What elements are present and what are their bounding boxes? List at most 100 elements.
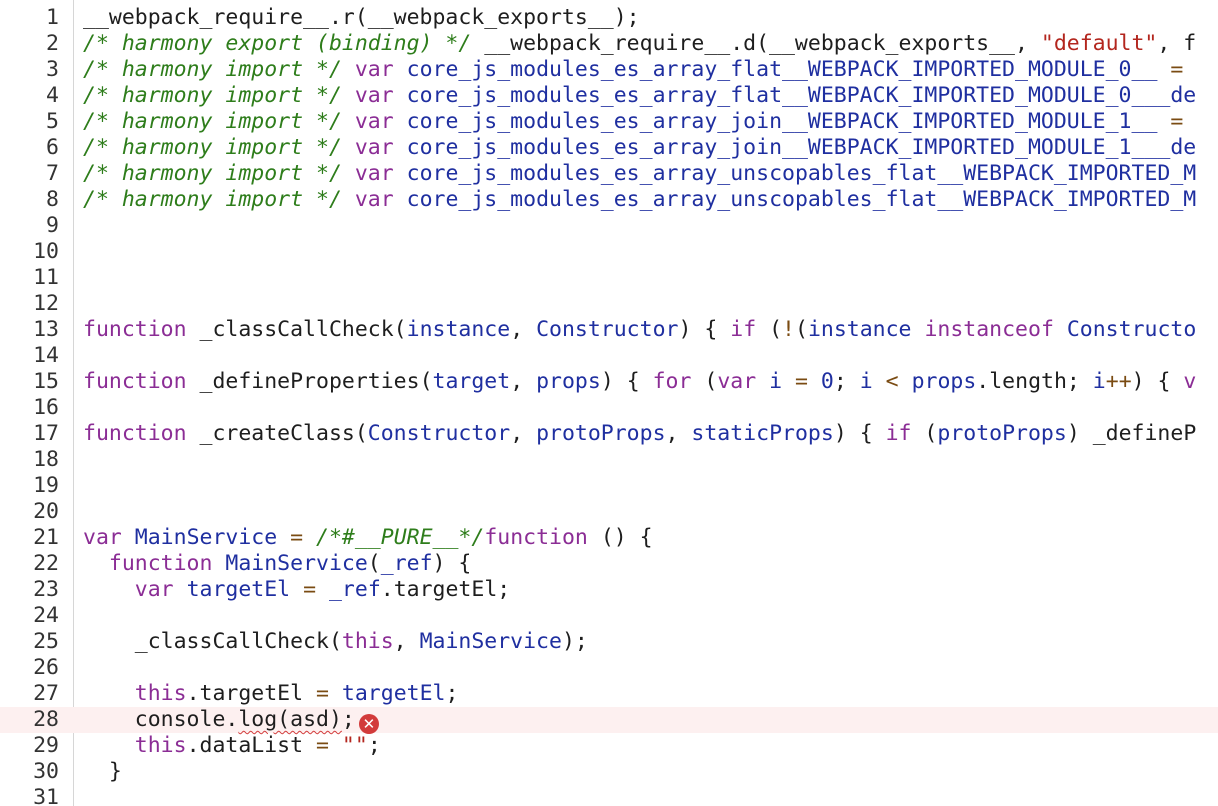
code-editor[interactable]: 1 __webpack_require__.r(__webpack_exports…	[0, 0, 1218, 806]
code-line[interactable]: 3 /* harmony import */ var core_js_module…	[0, 57, 1218, 83]
code-token: var	[354, 135, 394, 160]
code-line[interactable]: 4 /* harmony import */ var core_js_module…	[0, 83, 1218, 109]
code-token: protoProps	[536, 421, 666, 446]
code-line[interactable]: 7 /* harmony import */ var core_js_module…	[0, 161, 1218, 187]
code-line[interactable]: 12	[0, 291, 1218, 317]
code-token: .targetEl	[186, 681, 317, 706]
code-line[interactable]: 19	[0, 473, 1218, 499]
code-token: _createClass	[186, 421, 355, 446]
code-line[interactable]: 21 var MainService = /*#__PURE__*/functio…	[0, 525, 1218, 551]
code-token: MainService	[134, 525, 278, 550]
line-number: 15	[33, 369, 59, 394]
code-token: this	[134, 681, 187, 706]
line-number: 28	[33, 707, 59, 732]
code-token: .dataList	[186, 733, 317, 758]
line-number: 5	[46, 109, 59, 134]
line-code: function MainService(_ref) {	[83, 551, 471, 577]
code-line[interactable]: 22 function MainService(_ref) {	[0, 551, 1218, 577]
code-token: .length;	[976, 369, 1093, 394]
line-code: /* harmony import */ var core_js_modules…	[83, 161, 1196, 187]
code-line[interactable]: 26	[0, 655, 1218, 681]
line-code: this.dataList = "";	[83, 733, 381, 759]
code-token: props	[536, 369, 601, 394]
code-token: v	[1183, 369, 1197, 394]
line-number: 11	[33, 265, 59, 290]
code-token: core_js_modules_es_array_flat__WEBPACK_I…	[393, 83, 1197, 108]
code-line[interactable]: 5 /* harmony import */ var core_js_module…	[0, 109, 1218, 135]
code-line[interactable]: 27 this.targetEl = targetEl;	[0, 681, 1218, 707]
line-code: console.log(asd); ✕	[83, 707, 379, 734]
code-token: for	[652, 369, 692, 394]
code-token: function	[484, 525, 588, 550]
line-number: 4	[46, 83, 59, 108]
line-number: 21	[33, 525, 59, 550]
code-line[interactable]: 24	[0, 603, 1218, 629]
code-token: Constructor	[367, 421, 511, 446]
code-token: Constructor	[536, 317, 679, 342]
code-token: ""	[341, 733, 368, 758]
code-token: <	[872, 369, 912, 394]
code-line[interactable]: 16	[0, 395, 1218, 421]
code-token: core_js_modules_es_array_unscopables_fla…	[393, 161, 1197, 186]
code-line[interactable]: 17 function _createClass(Constructor, pro…	[0, 421, 1218, 447]
code-token: , f	[1157, 31, 1197, 56]
code-token: (	[794, 317, 808, 342]
code-token: (	[419, 369, 433, 394]
code-line[interactable]: 8 /* harmony import */ var core_js_module…	[0, 187, 1218, 213]
code-token: ,	[665, 421, 692, 446]
code-token: var	[354, 83, 394, 108]
code-line[interactable]: 11	[0, 265, 1218, 291]
code-line[interactable]: 31	[0, 785, 1218, 806]
code-line[interactable]: 23 var targetEl = _ref.targetEl;	[0, 577, 1218, 603]
code-line[interactable]: 30 }	[0, 759, 1218, 785]
code-token: protoProps	[937, 421, 1067, 446]
code-token: ;	[367, 733, 381, 758]
code-token: targetEl	[341, 681, 446, 706]
code-line[interactable]: 14	[0, 343, 1218, 369]
code-line[interactable]: 13 function _classCallCheck(instance, Con…	[0, 317, 1218, 343]
error-icon[interactable]: ✕	[358, 714, 379, 734]
code-line-error[interactable]: 28 console.log(asd); ✕	[0, 707, 1218, 734]
line-number: 12	[33, 291, 59, 316]
line-code: /* harmony import */ var core_js_modules…	[83, 187, 1196, 213]
code-token: ;	[833, 369, 860, 394]
code-token: =	[1170, 109, 1184, 134]
line-code: var targetEl = _ref.targetEl;	[83, 577, 510, 603]
code-line[interactable]: 2 /* harmony export (binding) */ __webpac…	[0, 31, 1218, 57]
line-number: 17	[33, 421, 59, 446]
code-token: var	[354, 109, 394, 134]
code-token: /*#__PURE__*/	[316, 525, 485, 550]
line-number: 7	[46, 161, 59, 186]
code-token: var	[83, 525, 122, 550]
code-line[interactable]: 15 function _defineProperties(target, pro…	[0, 369, 1218, 395]
code-token: __webpack_require__.d(__webpack_exports_…	[471, 31, 1041, 56]
code-token: (	[354, 421, 368, 446]
line-number: 10	[33, 239, 59, 264]
line-code: function _defineProperties(target, props…	[83, 369, 1196, 395]
code-line[interactable]: 6 /* harmony import */ var core_js_module…	[0, 135, 1218, 161]
code-line[interactable]: 18	[0, 447, 1218, 473]
code-line[interactable]: 29 this.dataList = "";	[0, 733, 1218, 759]
code-token: Constructo	[1053, 317, 1197, 342]
code-token: ;	[341, 707, 355, 732]
line-number: 22	[33, 551, 59, 576]
code-line[interactable]: 20	[0, 499, 1218, 525]
code-token: /* harmony import */	[83, 57, 342, 82]
code-token: /* harmony import */	[83, 161, 342, 186]
line-code: function _classCallCheck(instance, Const…	[83, 317, 1196, 343]
code-token: ) {	[432, 551, 472, 576]
line-code: /* harmony import */ var core_js_modules…	[83, 83, 1196, 109]
code-token: /* harmony export (binding) */	[83, 31, 472, 56]
code-line[interactable]: 1 __webpack_require__.r(__webpack_exports…	[0, 5, 1218, 31]
code-line[interactable]: 9	[0, 213, 1218, 239]
code-token: ) {	[678, 317, 731, 342]
line-number: 29	[33, 733, 59, 758]
code-line[interactable]: 25 _classCallCheck(this, MainService);	[0, 629, 1218, 655]
code-line[interactable]: 10	[0, 239, 1218, 265]
line-number: 18	[33, 447, 59, 472]
line-code: }	[83, 759, 122, 785]
error-squiggle-token: log(asd)	[238, 707, 342, 732]
line-number: 23	[33, 577, 59, 602]
